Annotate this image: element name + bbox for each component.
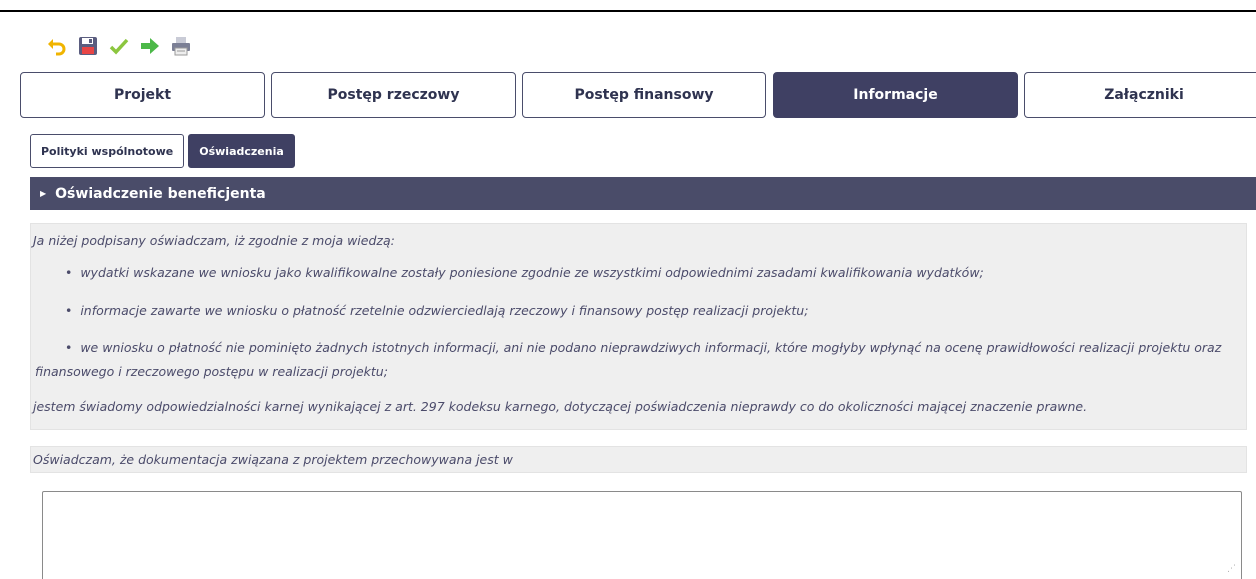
validate-button[interactable] — [106, 34, 132, 58]
resize-grip-icon[interactable]: ⋰ — [1227, 564, 1239, 576]
save-button[interactable] — [75, 34, 101, 58]
tab-postep-rzeczowy[interactable]: Postęp rzeczowy — [271, 72, 516, 118]
arrow-right-icon — [141, 38, 159, 54]
checkmark-icon — [109, 38, 129, 55]
section-title: Oświadczenie beneficjenta — [55, 185, 266, 202]
storage-question-label: Oświadczam, że dokumentacja związana z p… — [30, 446, 1247, 473]
bullet-dot: • — [65, 265, 81, 280]
tab-informacje[interactable]: Informacje — [773, 72, 1018, 118]
statement-outro: jestem świadomy odpowiedzialności karnej… — [33, 399, 1088, 414]
tab-postep-finansowy[interactable]: Postęp finansowy — [522, 72, 766, 118]
list-item: • we wniosku o płatność nie pominięto ża… — [35, 336, 1235, 384]
submit-button[interactable] — [137, 34, 163, 58]
list-item-text: wydatki wskazane we wniosku jako kwalifi… — [80, 265, 984, 280]
undo-icon — [48, 39, 66, 56]
section-header-oswiadczenie[interactable]: ▶ Oświadczenie beneficjenta — [30, 177, 1256, 210]
bullet-dot: • — [65, 340, 81, 355]
main-tabs: Projekt Postęp rzeczowy Postęp finansowy… — [20, 72, 1256, 118]
statement-panel: Ja niżej podpisany oświadczam, iż zgodni… — [30, 223, 1247, 430]
subtab-polityki-wspolnotowe[interactable]: Polityki wspólnotowe — [30, 134, 185, 168]
bullet-dot: • — [65, 303, 81, 318]
print-button[interactable] — [168, 34, 194, 58]
statement-intro: Ja niżej podpisany oświadczam, iż zgodni… — [33, 233, 395, 248]
top-divider — [0, 10, 1256, 12]
toolbar — [44, 34, 194, 58]
save-icon — [79, 37, 97, 55]
expand-arrow-icon: ▶ — [40, 189, 47, 198]
sub-tabs: Polityki wspólnotowe Oświadczenia — [30, 134, 295, 168]
tab-projekt[interactable]: Projekt — [20, 72, 265, 118]
storage-location-textarea[interactable] — [42, 491, 1242, 579]
list-item: • informacje zawarte we wniosku o płatno… — [65, 303, 808, 318]
list-item: • wydatki wskazane we wniosku jako kwali… — [65, 265, 984, 280]
tab-zalaczniki[interactable]: Załączniki — [1024, 72, 1256, 118]
list-item-text: informacje zawarte we wniosku o płatność… — [80, 303, 809, 318]
printer-icon — [172, 37, 190, 56]
list-item-text: we wniosku o płatność nie pominięto żadn… — [35, 340, 1222, 379]
undo-button[interactable] — [44, 34, 70, 58]
subtab-oswiadczenia[interactable]: Oświadczenia — [188, 134, 295, 168]
